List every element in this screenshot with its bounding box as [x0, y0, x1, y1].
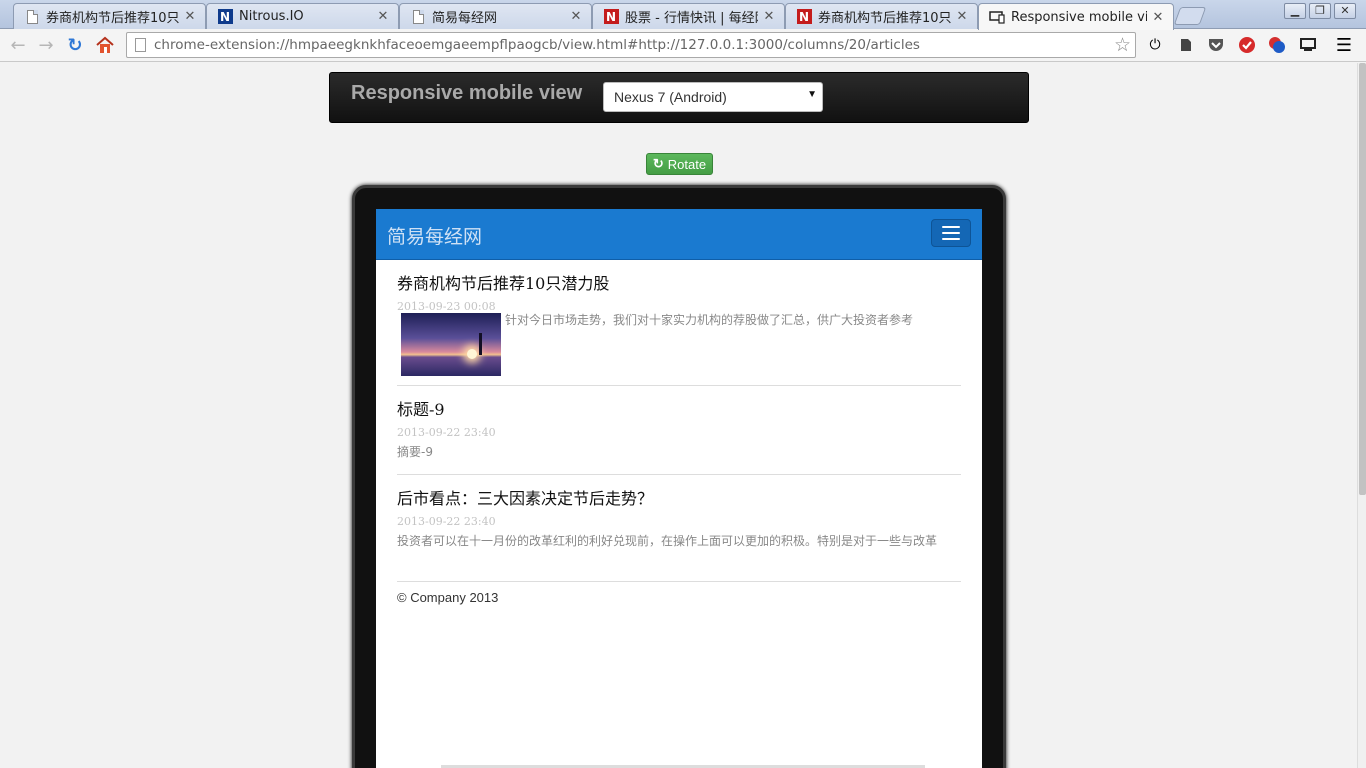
device-select[interactable]: Nexus 7 (Android) ▼	[603, 82, 823, 112]
rotate-label: Rotate	[667, 156, 707, 172]
power-icon[interactable]: ⏻	[1145, 35, 1165, 55]
tab-title: Nitrous.IO	[239, 9, 304, 24]
tab-nitrous[interactable]: N Nitrous.IO ✕	[206, 3, 399, 29]
todoist-icon[interactable]	[1237, 35, 1257, 55]
tab-stock-news[interactable]: N 股票 - 行情快讯 | 每经网 ✕	[592, 3, 785, 29]
restore-icon[interactable]: ❐	[1309, 3, 1331, 19]
article-item[interactable]: 后市看点：三大因素决定节后走势？ 2013-09-22 23:40 投资者可以在…	[397, 485, 961, 582]
article-item[interactable]: 标题-9 2013-09-22 23:40 摘要-9	[397, 396, 961, 475]
mobile-navbar: 简易每经网	[376, 209, 982, 260]
close-icon[interactable]: ✕	[1151, 10, 1165, 25]
page-icon	[24, 9, 40, 25]
close-icon[interactable]: ✕	[183, 9, 197, 24]
device-frame: 简易每经网 券商机构节后推荐10只潜力股 2013-09-23 00:08 针对…	[352, 185, 1006, 768]
translate-icon[interactable]	[1267, 35, 1287, 55]
rotate-button[interactable]: ↻ Rotate	[646, 153, 713, 175]
page-icon	[410, 9, 426, 25]
address-bar[interactable]: ☆	[126, 32, 1136, 58]
tab-title: 券商机构节后推荐10只潜力股	[818, 11, 951, 26]
new-tab-button[interactable]	[1173, 7, 1207, 25]
nitrous-icon: N	[217, 9, 233, 25]
home-icon[interactable]	[93, 33, 117, 57]
pocket-icon[interactable]	[1206, 35, 1226, 55]
vertical-scrollbar[interactable]	[1357, 63, 1366, 768]
hamburger-menu-icon[interactable]	[931, 219, 971, 247]
article-summary: 摘要-9	[397, 445, 433, 459]
close-window-icon[interactable]: ✕	[1334, 3, 1356, 19]
page-icon	[135, 38, 146, 52]
tool-title: Responsive mobile view	[351, 82, 583, 104]
site-brand[interactable]: 简易每经网	[387, 222, 482, 249]
article-title[interactable]: 后市看点：三大因素决定节后走势？	[397, 485, 961, 509]
device-select-value: Nexus 7 (Android)	[614, 89, 727, 105]
page-content: Responsive mobile view Nexus 7 (Android)…	[0, 63, 1357, 768]
article-title[interactable]: 券商机构节后推荐10只潜力股	[397, 270, 961, 294]
tab-simple-nbd[interactable]: 简易每经网 ✕	[399, 3, 592, 29]
tab-strip: 券商机构节后推荐10只潜力股 ✕ N Nitrous.IO ✕ 简易每经网 ✕ …	[0, 0, 1366, 30]
window-controls: ▁ ❐ ✕	[1281, 3, 1356, 19]
back-icon[interactable]: ←	[6, 33, 30, 57]
tab-title: Responsive mobile view	[1011, 9, 1147, 25]
rotate-icon: ↻	[652, 156, 664, 171]
article-date: 2013-09-22 23:40	[397, 515, 496, 528]
minimize-icon[interactable]: ▁	[1284, 3, 1306, 19]
tab-title: 股票 - 行情快讯 | 每经网	[625, 11, 758, 26]
tab-article-1[interactable]: 券商机构节后推荐10只潜力股 ✕	[13, 3, 206, 29]
browser-toolbar: ← → ↻ ☆ ⏻ ☰	[0, 29, 1366, 62]
mobile-footer: © Company 2013	[397, 590, 499, 605]
article-body: 针对今日市场走势，我们对十家实力机构的荐股做了汇总，供广大投资者参考	[397, 313, 961, 383]
close-icon[interactable]: ✕	[955, 9, 969, 24]
mobile-view-icon	[989, 9, 1005, 25]
menu-icon[interactable]: ☰	[1334, 35, 1354, 56]
nbd-icon: N	[796, 9, 812, 25]
article-thumbnail[interactable]	[401, 313, 501, 376]
url-input[interactable]	[154, 37, 1114, 53]
caret-down-icon: ▼	[807, 89, 817, 100]
bookmark-star-icon[interactable]: ☆	[1114, 34, 1131, 56]
article-item[interactable]: 券商机构节后推荐10只潜力股 2013-09-23 00:08 针对今日市场走势…	[397, 270, 961, 386]
tab-title: 券商机构节后推荐10只潜力股	[46, 11, 179, 26]
article-summary: 针对今日市场走势，我们对十家实力机构的荐股做了汇总，供广大投资者参考	[505, 313, 914, 327]
tab-article-2[interactable]: N 券商机构节后推荐10只潜力股 ✕	[785, 3, 978, 29]
article-summary: 投资者可以在十一月份的改革红利的利好兑现前，在操作上面可以更加的积极。特别是对于…	[397, 534, 938, 548]
article-title[interactable]: 标题-9	[397, 396, 961, 420]
cast-icon[interactable]	[1298, 35, 1318, 55]
forward-icon[interactable]: →	[34, 33, 58, 57]
close-icon[interactable]: ✕	[569, 9, 583, 24]
nbd-icon: N	[603, 9, 619, 25]
evernote-icon[interactable]	[1175, 35, 1195, 55]
scrollbar-thumb[interactable]	[1359, 63, 1366, 495]
tab-responsive-view[interactable]: Responsive mobile view ✕	[978, 3, 1174, 30]
close-icon[interactable]: ✕	[376, 9, 390, 24]
reload-icon[interactable]: ↻	[63, 33, 87, 57]
device-screen: 简易每经网 券商机构节后推荐10只潜力股 2013-09-23 00:08 针对…	[376, 209, 982, 768]
article-date: 2013-09-22 23:40	[397, 426, 496, 439]
tab-title: 简易每经网	[432, 11, 498, 26]
close-icon[interactable]: ✕	[762, 9, 776, 24]
tool-header: Responsive mobile view Nexus 7 (Android)…	[329, 72, 1029, 123]
